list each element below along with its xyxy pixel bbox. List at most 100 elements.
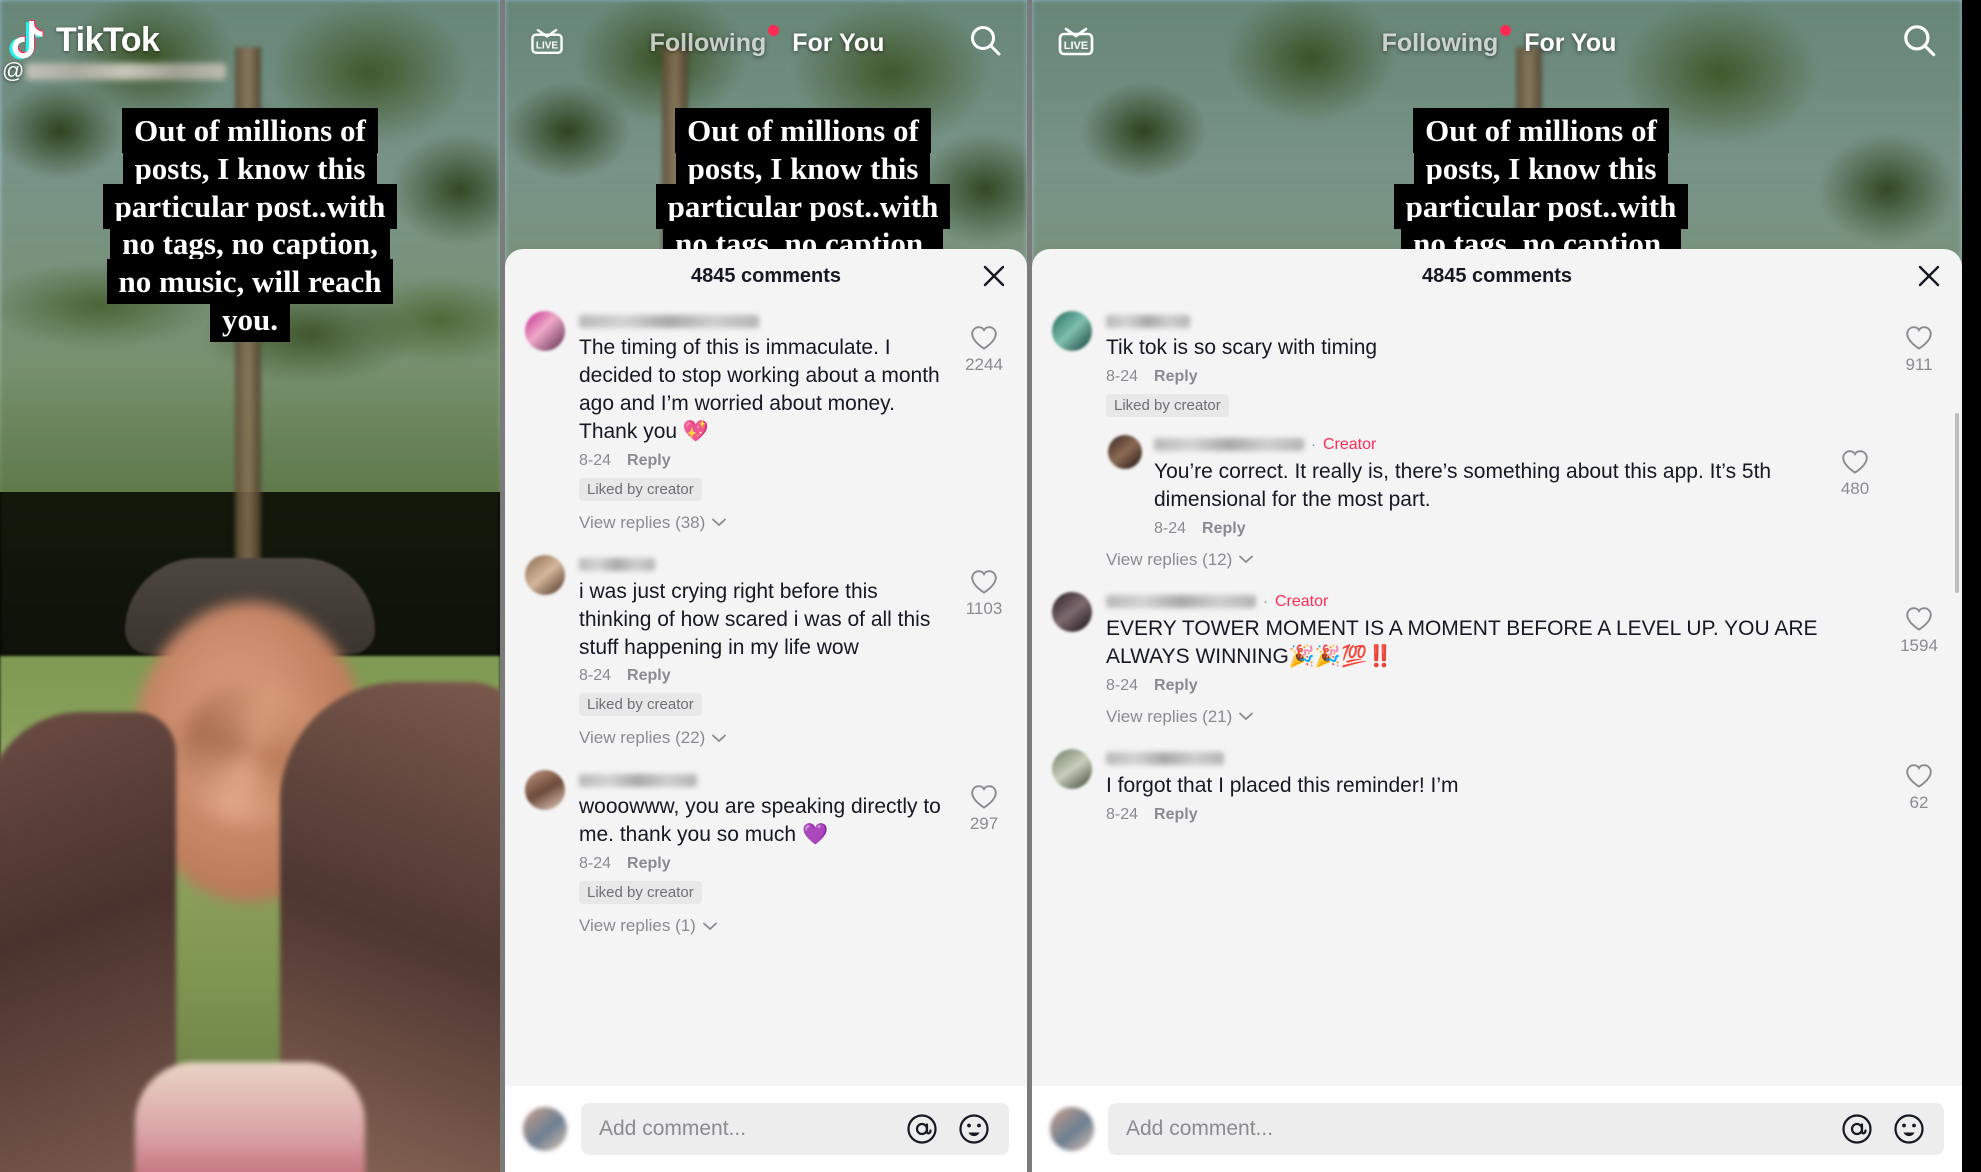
reply-meta: 8-24 Reply	[1154, 520, 1820, 538]
like-group[interactable]: 1594	[1890, 592, 1948, 727]
avatar[interactable]	[525, 554, 565, 595]
reply-button[interactable]: Reply	[627, 855, 671, 873]
comment-meta: 8-24 Reply	[1106, 806, 1884, 824]
reply-button[interactable]: Reply	[1154, 368, 1198, 386]
at-icon[interactable]	[905, 1112, 939, 1146]
comment-username-row	[579, 555, 949, 575]
emoji-icon[interactable]	[957, 1112, 991, 1146]
like-group[interactable]: 2244	[955, 311, 1013, 533]
view-replies-button[interactable]: View replies (21)	[1106, 707, 1884, 727]
username-redacted[interactable]	[579, 558, 655, 572]
like-count: 911	[1905, 355, 1933, 374]
person-subject	[0, 532, 500, 1172]
video-panel-left: TikTok @ Out of millions of posts, I kno…	[0, 0, 500, 1172]
comment-input-field[interactable]: Add comment...	[1108, 1103, 1944, 1155]
tiktok-logo: TikTok	[8, 18, 160, 62]
reply-button[interactable]: Reply	[1202, 520, 1246, 538]
clothing	[135, 1062, 365, 1172]
search-icon[interactable]	[1900, 21, 1940, 66]
comment-sheet-right: 4845 comments Tik tok is so scary with t…	[1032, 249, 1962, 1172]
heart-icon[interactable]	[970, 325, 998, 351]
like-count: 2244	[965, 355, 1003, 374]
heart-icon[interactable]	[1905, 606, 1933, 632]
avatar[interactable]	[1052, 591, 1092, 632]
comment-body: i was just crying right before this thin…	[579, 555, 949, 749]
tab-following[interactable]: Following	[1382, 24, 1512, 58]
comment-list-right[interactable]: Tik tok is so scary with timing 8-24 Rep…	[1032, 303, 1962, 1086]
view-replies-label: View replies (21)	[1106, 706, 1233, 726]
comment-reply-item[interactable]: · Creator You’re correct. It really is, …	[1108, 434, 1884, 538]
comment-username-row	[1106, 749, 1884, 769]
view-replies-button[interactable]: View replies (38)	[579, 513, 949, 533]
avatar[interactable]	[1052, 311, 1092, 351]
comment-item[interactable]: · Creator EVERY TOWER MOMENT IS A MOMENT…	[1032, 570, 1962, 727]
username-redacted[interactable]	[1106, 314, 1190, 328]
comment-item[interactable]: I forgot that I placed this reminder! I’…	[1032, 727, 1962, 824]
close-icon[interactable]	[981, 263, 1007, 289]
comment-date: 8-24	[579, 855, 612, 873]
comment-input-field[interactable]: Add comment...	[581, 1103, 1009, 1155]
name-separator: ·	[1311, 436, 1316, 454]
avatar[interactable]	[525, 311, 565, 351]
scrollbar-thumb[interactable]	[1955, 413, 1959, 593]
username-redacted[interactable]	[579, 773, 697, 787]
comment-meta: 8-24 Reply	[579, 855, 949, 873]
comment-meta: 8-24 Reply	[1106, 677, 1884, 695]
comment-date: 8-24	[579, 451, 612, 469]
liked-by-creator-badge: Liked by creator	[579, 693, 702, 717]
heart-icon[interactable]	[1841, 449, 1869, 475]
search-icon[interactable]	[967, 22, 1005, 65]
heart-icon[interactable]	[1905, 763, 1933, 789]
comment-username-row: · Creator	[1106, 592, 1884, 612]
like-group[interactable]: 480	[1826, 435, 1884, 538]
view-replies-button[interactable]: View replies (12)	[1106, 550, 1884, 570]
like-group[interactable]: 62	[1890, 749, 1948, 824]
avatar[interactable]	[1108, 434, 1142, 469]
view-replies-button[interactable]: View replies (1)	[579, 916, 949, 936]
like-group[interactable]: 1103	[955, 555, 1013, 749]
username-redacted[interactable]	[1106, 752, 1224, 766]
reply-button[interactable]: Reply	[1154, 806, 1198, 824]
comment-body: The timing of this is immaculate. I deci…	[579, 311, 949, 533]
avatar[interactable]	[1050, 1107, 1094, 1151]
like-count: 480	[1840, 478, 1870, 498]
chevron-down-icon	[702, 922, 717, 931]
comment-item[interactable]: wooowww, you are speaking directly to me…	[505, 748, 1027, 936]
username-redacted[interactable]	[1154, 438, 1304, 452]
avatar[interactable]	[523, 1107, 567, 1151]
avatar[interactable]	[525, 770, 565, 811]
reply-button[interactable]: Reply	[627, 452, 671, 470]
close-icon[interactable]	[1916, 263, 1942, 289]
emoji-icon[interactable]	[1892, 1112, 1926, 1146]
live-icon[interactable]: LIVE	[1054, 19, 1098, 68]
feed-tabs-right: Following For You	[1098, 24, 1900, 58]
username-redacted[interactable]	[1106, 595, 1256, 609]
view-replies-label: View replies (38)	[579, 512, 706, 532]
heart-icon[interactable]	[970, 784, 998, 810]
reply-button[interactable]: Reply	[1154, 677, 1198, 695]
heart-icon[interactable]	[1905, 325, 1933, 351]
live-icon[interactable]: LIVE	[527, 21, 567, 66]
view-replies-button[interactable]: View replies (22)	[579, 728, 949, 748]
like-group[interactable]: 911	[1890, 311, 1948, 570]
at-icon[interactable]	[1840, 1112, 1874, 1146]
tab-following[interactable]: Following	[650, 24, 780, 58]
tab-for-you[interactable]: For You	[1524, 29, 1616, 58]
heart-icon[interactable]	[970, 569, 998, 595]
comment-item[interactable]: The timing of this is immaculate. I deci…	[505, 303, 1027, 533]
creator-tag: Creator	[1275, 592, 1329, 610]
reply-username-row: · Creator	[1154, 435, 1820, 455]
comment-text: wooowww, you are speaking directly to me…	[579, 795, 941, 847]
caption-line: you.	[210, 297, 290, 343]
comment-item[interactable]: i was just crying right before this thin…	[505, 533, 1027, 749]
like-group[interactable]: 297	[955, 770, 1013, 936]
feed-tabs-middle: Following For You	[567, 24, 967, 58]
reply-button[interactable]: Reply	[627, 667, 671, 685]
comment-list-middle[interactable]: The timing of this is immaculate. I deci…	[505, 303, 1027, 1086]
tab-for-you[interactable]: For You	[792, 29, 884, 58]
comment-item[interactable]: Tik tok is so scary with timing 8-24 Rep…	[1032, 303, 1962, 570]
avatar[interactable]	[1052, 748, 1092, 789]
chevron-down-icon	[712, 734, 727, 743]
username-redacted[interactable]	[579, 314, 759, 328]
liked-by-creator-badge: Liked by creator	[579, 477, 702, 501]
